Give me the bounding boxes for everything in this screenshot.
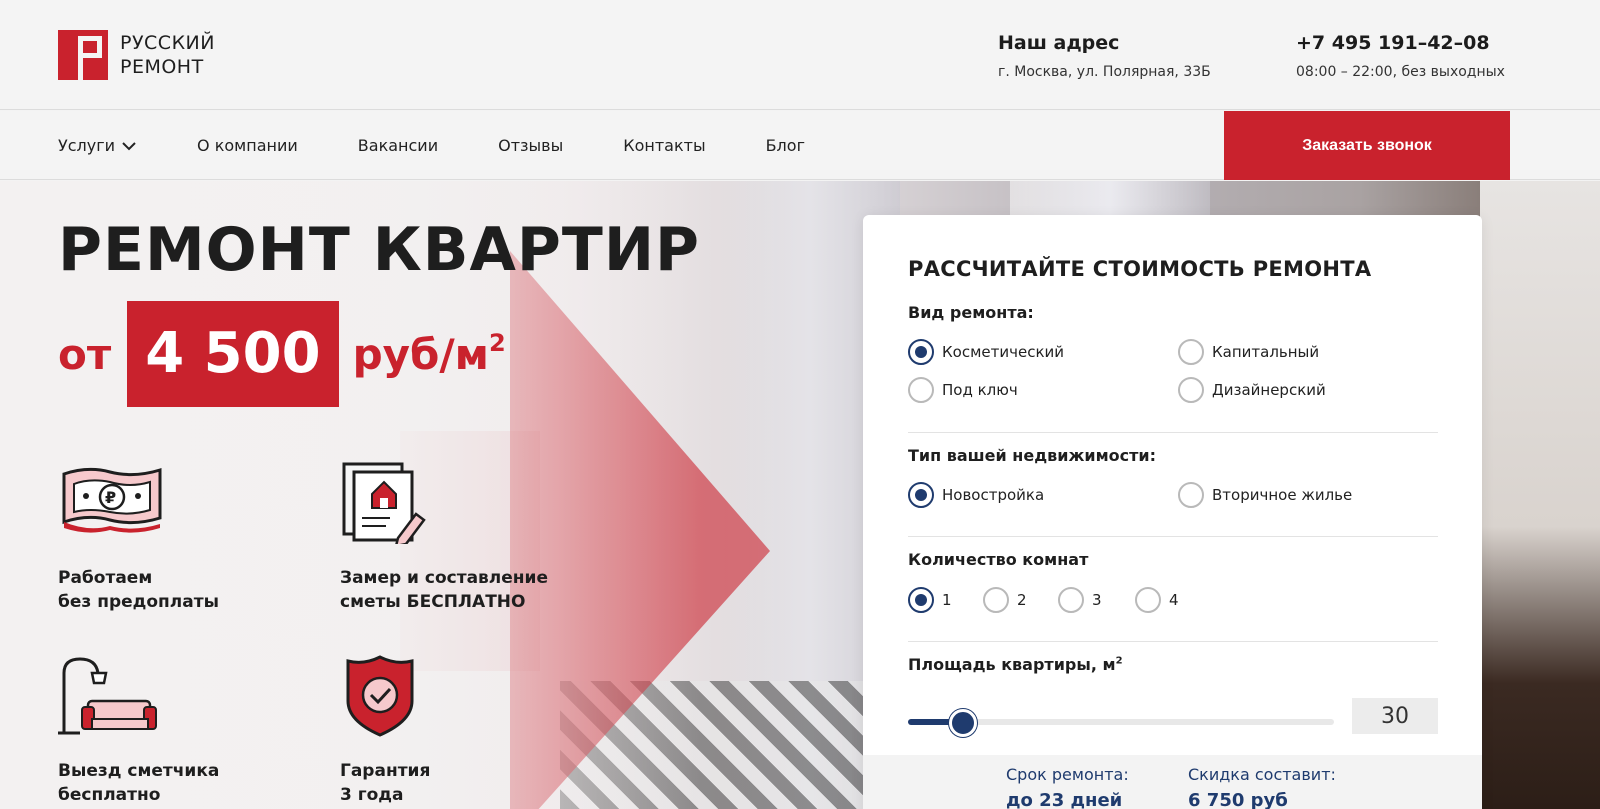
feature-text: Замер и составление сметы БЕСПЛАТНО: [340, 568, 548, 612]
feature-text: Работаем без предоплаты: [58, 568, 219, 612]
nav-item-about[interactable]: О компании: [197, 136, 298, 155]
feature-free-visit: Выезд сметчика бесплатно: [58, 655, 298, 807]
repair-type-cosmetic-radio[interactable]: Косметический: [908, 339, 1064, 365]
radio-indicator: [908, 587, 934, 613]
nav-item-blog[interactable]: Блог: [766, 136, 805, 155]
chevron-down-icon: [122, 141, 136, 150]
price-unit: руб/м2: [353, 329, 506, 379]
money-icon: ₽: [62, 467, 162, 533]
rooms-3-radio[interactable]: 3: [1058, 587, 1102, 613]
calculator-result-bar: [863, 755, 1482, 809]
feature-text: Гарантия 3 года: [340, 761, 431, 805]
rooms-2-radio[interactable]: 2: [983, 587, 1027, 613]
area-input[interactable]: [1352, 698, 1438, 734]
term-value: до 23 дней: [1006, 790, 1123, 809]
price-unit-text: руб/м: [352, 330, 490, 379]
radio-label: Новостройка: [942, 486, 1045, 504]
radio-indicator: [1178, 482, 1204, 508]
radio-label: Дизайнерский: [1212, 381, 1326, 399]
phone-number-link[interactable]: +7 495 191–42–08: [1296, 30, 1505, 56]
radio-indicator: [983, 587, 1009, 613]
feature-no-prepayment: ₽ Работаем без предоплаты: [58, 462, 298, 614]
property-type-label: Тип вашей недвижимости:: [908, 446, 1157, 465]
area-label-text: Площадь квартиры, м: [908, 655, 1116, 674]
background-wall: [1480, 181, 1600, 809]
rooms-label: Количество комнат: [908, 550, 1089, 569]
discount-value: 6 750 руб: [1188, 790, 1288, 809]
radio-indicator: [908, 339, 934, 365]
radio-indicator: [1058, 587, 1084, 613]
rooms-4-radio[interactable]: 4: [1135, 587, 1179, 613]
rooms-1-radio[interactable]: 1: [908, 587, 952, 613]
radio-indicator: [1178, 377, 1204, 403]
logo[interactable]: РУССКИЙ РЕМОНТ: [58, 30, 215, 80]
repair-term-result: Срок ремонта: до 23 дней: [1006, 765, 1129, 809]
repair-type-turnkey-radio[interactable]: Под ключ: [908, 377, 1018, 403]
area-label: Площадь квартиры, м2: [908, 655, 1123, 674]
address-title: Наш адрес: [998, 32, 1120, 54]
logo-name-line1: РУССКИЙ: [120, 32, 215, 54]
radio-label: Вторичное жилье: [1212, 486, 1353, 504]
discount-label: Скидка составит:: [1188, 765, 1336, 784]
nav-item-label: Услуги: [58, 136, 116, 155]
working-hours: 08:00 – 22:00, без выходных: [1296, 64, 1505, 80]
shield-check-icon: [346, 655, 414, 737]
radio-label: Капитальный: [1212, 343, 1320, 361]
slider-handle[interactable]: [949, 709, 977, 737]
lamp-sofa-icon: [58, 657, 157, 735]
radio-label: 3: [1092, 591, 1102, 609]
address-text: г. Москва, ул. Полярная, 33Б: [998, 64, 1211, 80]
radio-label: 2: [1017, 591, 1027, 609]
address-block: Наш адрес г. Москва, ул. Полярная, 33Б: [998, 30, 1211, 80]
nav-item-vacancies[interactable]: Вакансии: [358, 136, 438, 155]
radio-indicator: [1178, 339, 1204, 365]
order-call-button[interactable]: Заказать звонок: [1224, 111, 1510, 180]
feature-warranty: Гарантия 3 года: [340, 655, 580, 807]
price-unit-superscript: 2: [489, 329, 506, 357]
divider: [908, 641, 1438, 642]
repair-type-designer-radio[interactable]: Дизайнерский: [1178, 377, 1326, 403]
radio-label: 1: [942, 591, 952, 609]
estimate-document-icon: [342, 462, 426, 548]
logo-name-line2: РЕМОНТ: [120, 56, 204, 78]
hero-title: РЕМОНТ КВАРТИР: [58, 215, 701, 285]
property-secondary-radio[interactable]: Вторичное жилье: [1178, 482, 1352, 508]
radio-label: Под ключ: [942, 381, 1018, 399]
calculator-title: РАССЧИТАЙТЕ СТОИМОСТЬ РЕМОНТА: [908, 257, 1372, 281]
nav-item-services[interactable]: Услуги: [58, 136, 137, 155]
price-from-label: от: [58, 329, 112, 379]
property-new-building-radio[interactable]: Новостройка: [908, 482, 1044, 508]
top-header: РУССКИЙ РЕМОНТ Наш адрес г. Москва, ул. …: [0, 0, 1600, 110]
price-value: 4 500: [127, 301, 339, 407]
phone-block: +7 495 191–42–08 08:00 – 22:00, без выхо…: [1296, 30, 1505, 80]
radio-indicator: [1135, 587, 1161, 613]
feature-text: Выезд сметчика бесплатно: [58, 761, 220, 805]
discount-result: Скидка составит: 6 750 руб: [1188, 765, 1336, 809]
radio-indicator: [908, 482, 934, 508]
area-label-superscript: 2: [1115, 655, 1123, 667]
repair-type-label: Вид ремонта:: [908, 303, 1034, 322]
repair-type-capital-radio[interactable]: Капитальный: [1178, 339, 1319, 365]
area-slider[interactable]: [908, 707, 1334, 737]
nav-item-reviews[interactable]: Отзывы: [498, 136, 563, 155]
logo-mark-icon: [58, 30, 108, 80]
radio-indicator: [908, 377, 934, 403]
divider: [908, 536, 1438, 537]
feature-free-estimate: Замер и составление сметы БЕСПЛАТНО: [340, 462, 580, 614]
radio-label: Косметический: [942, 343, 1064, 361]
svg-text:₽: ₽: [105, 488, 116, 507]
price-block: от 4 500 руб/м2: [58, 301, 506, 407]
cost-calculator-card: РАССЧИТАЙТЕ СТОИМОСТЬ РЕМОНТА Вид ремонт…: [863, 215, 1482, 809]
divider: [908, 432, 1438, 433]
radio-label: 4: [1169, 591, 1179, 609]
nav-item-contacts[interactable]: Контакты: [623, 136, 705, 155]
term-label: Срок ремонта:: [1006, 765, 1129, 784]
